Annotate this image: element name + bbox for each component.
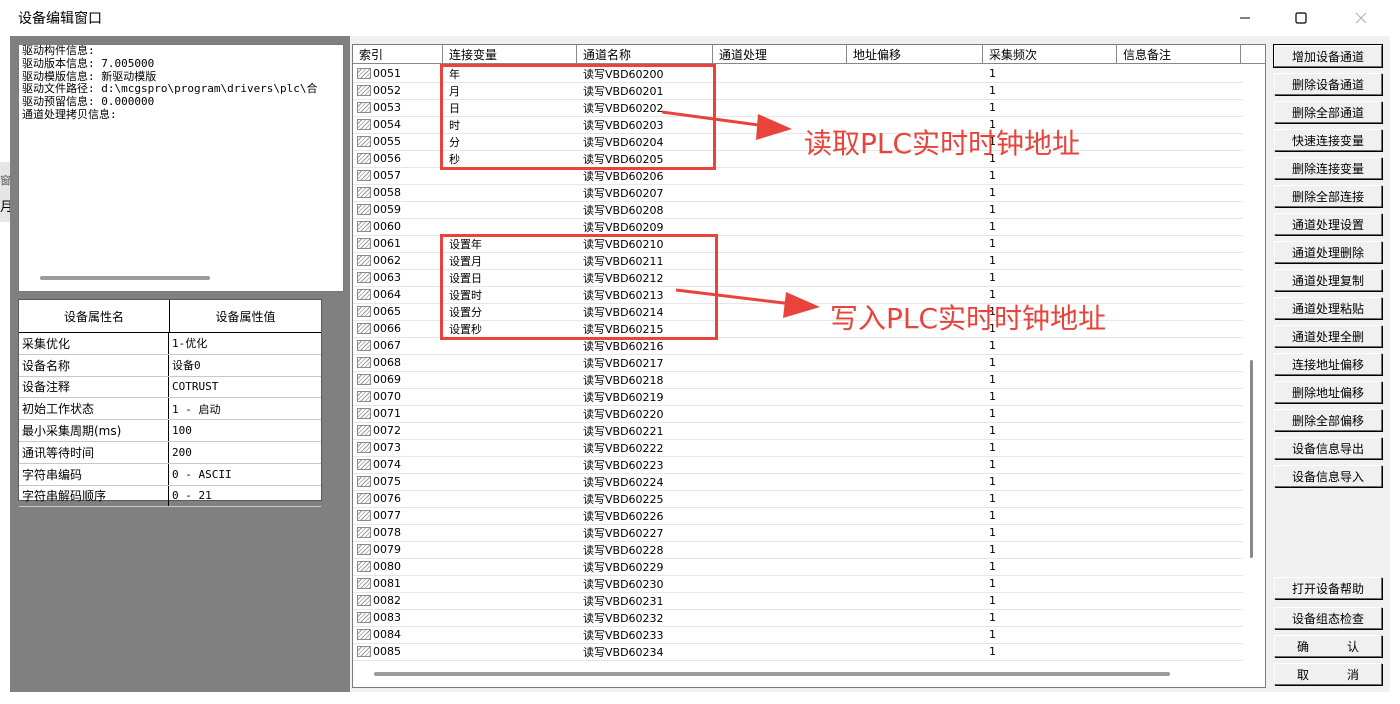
device-edit-window: 设备编辑窗口 窗 月 驱动构件信息: 驱动版本信息: 7.005000 驱动模版信息… [0, 0, 1400, 704]
write-arrow-icon [675, 288, 820, 318]
annotation-arrows [661, 110, 820, 318]
read-arrow-icon [661, 110, 792, 140]
write-clock-annotation: 写入PLC实时时钟地址 [830, 302, 1107, 335]
read-clock-annotation: 读取PLC实时时钟地址 [804, 127, 1081, 160]
